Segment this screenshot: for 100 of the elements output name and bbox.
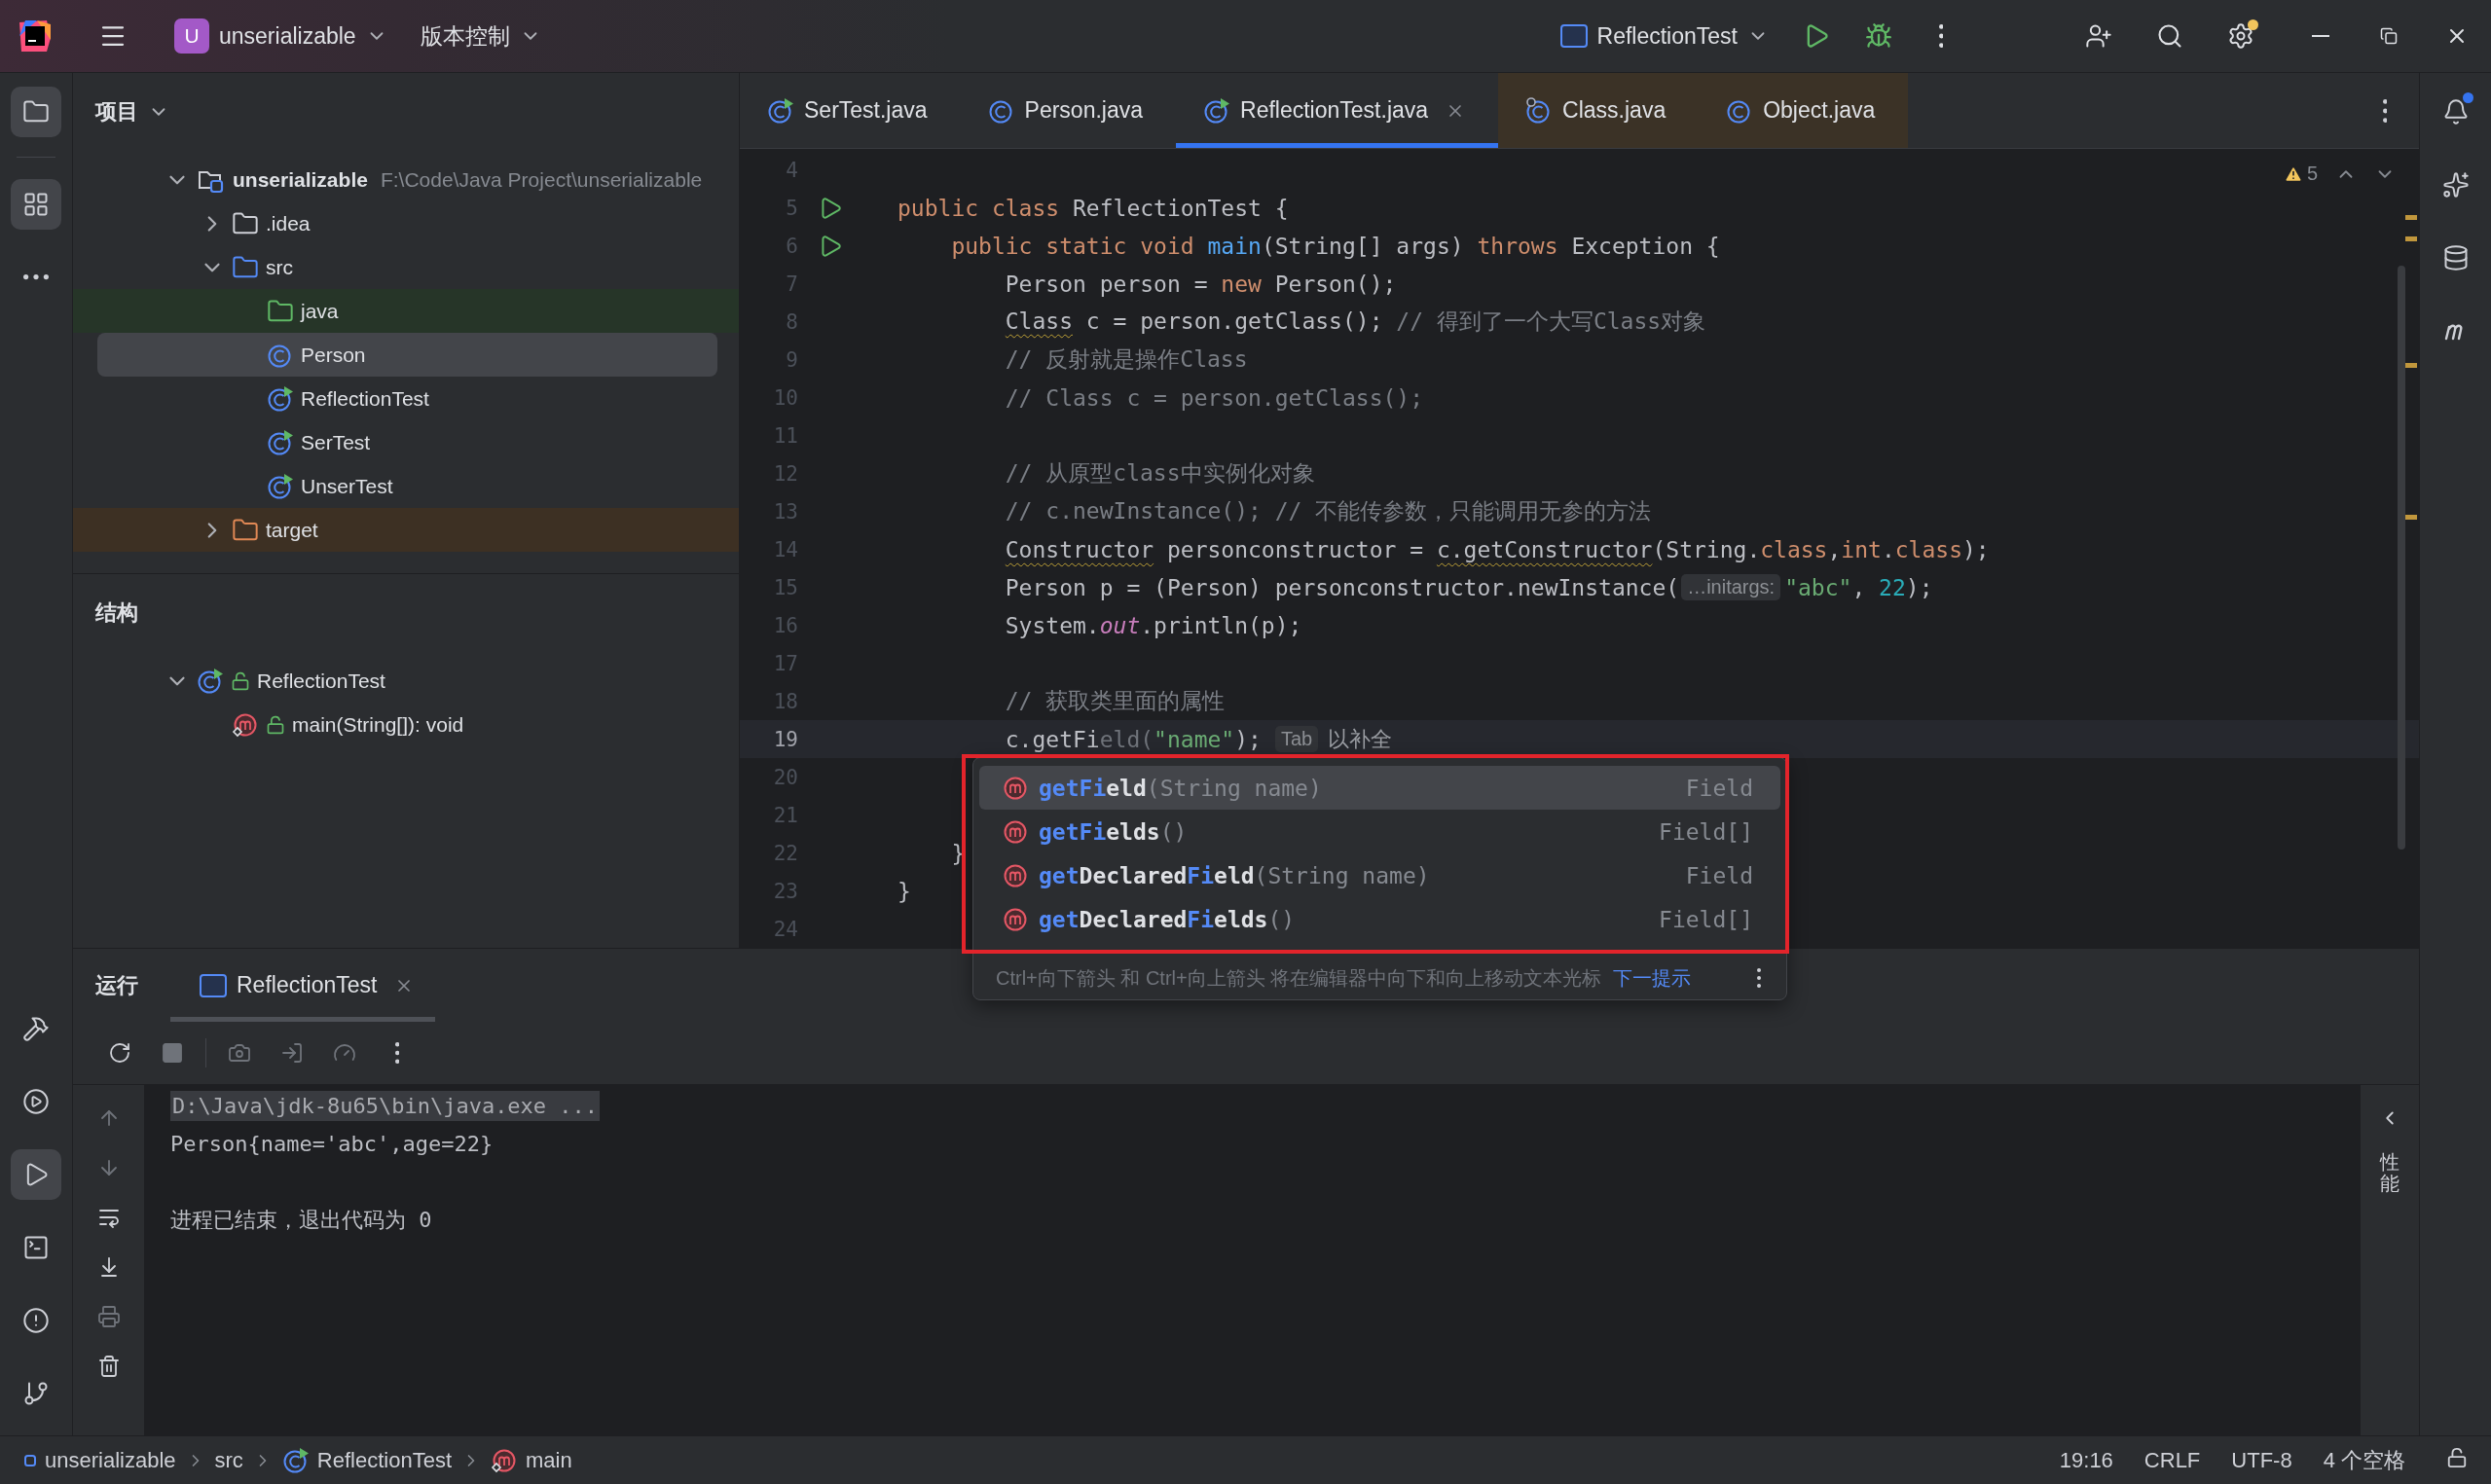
tree-item[interactable]: UnserTest (73, 464, 739, 508)
code-text: Person person = new Person(); (1005, 271, 1397, 297)
hint-text: Ctrl+向下箭头 和 Ctrl+向上箭头 将在编辑器中向下和向上移动文本光标 (996, 965, 1602, 991)
status-item[interactable]: 4 个空格 (2311, 1445, 2417, 1475)
project-switcher[interactable]: U unserializable (165, 11, 397, 61)
run-config-selector[interactable]: ReflectionTest (1550, 11, 1778, 61)
completion-item[interactable]: getDeclaredFields() Field[] (979, 897, 1780, 941)
parameter-hint: …initargs: (1681, 574, 1781, 600)
console-line: Person{name='abc',age=22} (170, 1132, 494, 1156)
warnings-indicator[interactable]: 5 (2279, 161, 2322, 187)
breadcrumb-item[interactable]: main (487, 1446, 576, 1474)
bug-icon (1865, 22, 1892, 50)
search-icon (2156, 22, 2183, 50)
more-icon (1938, 24, 1944, 48)
project-path: F:\Code\Java Project\unserializable (380, 167, 703, 192)
rerun-icon (108, 1041, 131, 1065)
tree-item[interactable]: unserializable F:\Code\Java Project\unserializable (73, 158, 739, 201)
code-text: // 反射就是操作Class (1005, 345, 1248, 374)
tree-item[interactable]: ReflectionTest (73, 659, 739, 703)
completion-item[interactable]: getDeclaredField(String name) Field (979, 853, 1780, 897)
status-item[interactable]: UTF-8 (2219, 1447, 2304, 1473)
code-text: // 获取类里面的属性 (1005, 687, 1226, 715)
tree-item[interactable]: .idea (73, 201, 739, 245)
enter-icon (280, 1041, 304, 1065)
class-icon (267, 384, 294, 413)
code-text: Person p = (Person) personconstructor.newInstance( (1005, 574, 1680, 600)
console-line: 进程已结束，退出代码为 0 (170, 1206, 432, 1234)
more-icon (23, 274, 49, 280)
structure-icon (22, 191, 50, 218)
tree-item[interactable]: java (73, 289, 739, 333)
panel-title[interactable]: 项目 (95, 97, 138, 127)
lock-icon (2446, 1446, 2468, 1468)
code-text: } (897, 878, 911, 904)
project-badge: U (174, 18, 209, 54)
camera-icon (228, 1041, 251, 1065)
terminal-icon (22, 1234, 50, 1261)
code-text: public class ReflectionTest { (897, 195, 1289, 221)
status-item[interactable]: CRLF (2132, 1447, 2213, 1473)
editor-tab[interactable]: SerTest.java (740, 73, 961, 148)
restore-icon (2380, 27, 2398, 45)
breadcrumb-item[interactable]: unserializable (19, 1447, 180, 1473)
printer-icon (96, 1305, 121, 1328)
sparkle-icon (2441, 171, 2470, 199)
hammer-icon (22, 1015, 50, 1042)
code-text: } (951, 840, 966, 866)
tree-item[interactable]: main(String[]): void (73, 703, 739, 746)
vcs-menu[interactable]: 版本控制 (410, 11, 551, 61)
tool-window-button[interactable] (11, 1149, 61, 1200)
tree-item[interactable]: ReflectionTest (73, 377, 739, 420)
side-tab[interactable]: 性能 (2380, 1151, 2399, 1194)
class-icon (1203, 96, 1231, 125)
editor-tab[interactable]: Class.java (1498, 73, 1700, 148)
breadcrumb-item[interactable]: src (210, 1447, 247, 1473)
breadcrumb-item[interactable]: ReflectionTest (277, 1446, 457, 1474)
more-icon (394, 1042, 400, 1064)
minimize-icon (2312, 35, 2329, 37)
tool-window-button[interactable] (11, 179, 61, 230)
class-icon (281, 1446, 310, 1474)
tool-window-button[interactable] (11, 87, 61, 137)
code-text: // 从原型class中实例化对象 (1005, 459, 1315, 488)
branch-icon (22, 1380, 50, 1407)
line-number: 19 (772, 727, 798, 751)
next-tip-link[interactable]: 下一提示 (1613, 964, 1692, 992)
code-text: public static void main(String[] args) throws Exception { (951, 233, 1720, 259)
run-config-icon (200, 973, 227, 997)
tree-item[interactable]: SerTest (73, 420, 739, 464)
class-icon (767, 96, 794, 125)
module-icon (23, 1453, 37, 1467)
run-tab[interactable]: ReflectionTest (170, 949, 436, 1022)
code-text: Class c = person.getClass(); // 得到了一个大写Class对象 (1005, 308, 1706, 336)
code-text: // Class c = person.getClass(); (1005, 384, 1424, 411)
completion-item[interactable]: getFields() Field[] (979, 810, 1780, 853)
code-text: Constructor personconstructor = c.getConstructor(String.class,int.class); (1005, 536, 1990, 562)
status-item[interactable]: 19:16 (2047, 1447, 2125, 1473)
class-icon (267, 472, 294, 500)
stop-icon (161, 1041, 184, 1065)
class-icon (267, 428, 294, 456)
user-plus-icon (2085, 22, 2112, 50)
class-icon (197, 667, 224, 695)
more-icon (1757, 968, 1761, 988)
panel-title: 结构 (95, 599, 138, 627)
run-config-icon (1559, 24, 1588, 48)
completion-item[interactable]: getField(String name) Field (979, 766, 1780, 810)
tree-item[interactable]: target (73, 508, 739, 552)
code-text: // c.newInstance(); // 不能传参数，只能调用无参的方法 (1005, 497, 1652, 525)
app-logo[interactable] (18, 18, 53, 54)
code-text: System.out.println(p); (1005, 612, 1302, 638)
hint-text: 以补全 (1328, 725, 1393, 753)
services-icon (22, 1088, 50, 1115)
tree-item[interactable]: Person (97, 333, 717, 377)
code-text: "abc", 22); (1784, 574, 1933, 600)
editor-tab[interactable]: Person.java (960, 73, 1177, 148)
key-hint: Tab (1274, 726, 1319, 752)
code-text: c.getField("name"); (1005, 726, 1262, 752)
panel-title: 运行 (95, 971, 138, 999)
editor-tab[interactable]: Object.java (1699, 73, 1909, 148)
trash-icon (96, 1355, 121, 1378)
more-icon (2382, 98, 2388, 123)
settings-icon (2227, 22, 2254, 50)
tree-item[interactable]: src (73, 245, 739, 289)
